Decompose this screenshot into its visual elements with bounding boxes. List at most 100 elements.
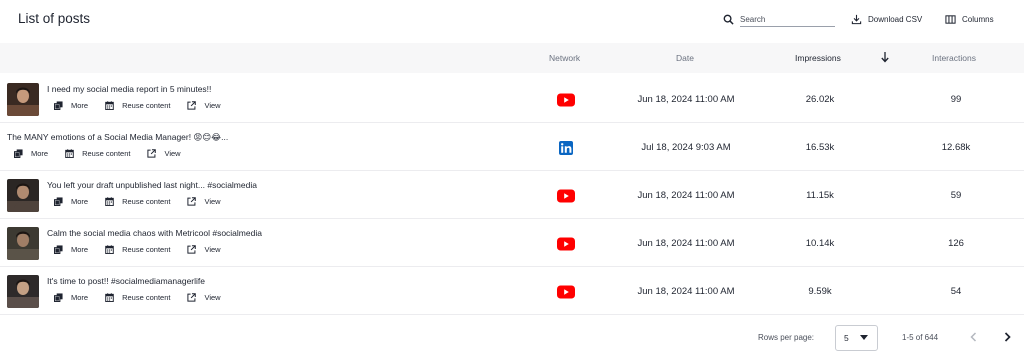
calendar-icon <box>65 149 82 158</box>
column-header-network[interactable]: Network <box>549 53 580 63</box>
more-button[interactable]: More <box>54 245 88 254</box>
column-header-date[interactable]: Date <box>676 53 694 63</box>
reuse-content-button[interactable]: Reuse content <box>105 293 170 302</box>
post-date: Jun 18, 2024 11:00 AM <box>637 286 735 297</box>
previous-page-icon[interactable] <box>967 330 981 344</box>
page-title: List of posts <box>18 11 91 26</box>
post-actions: More Reuse content View <box>54 101 238 110</box>
youtube-icon <box>557 189 575 203</box>
post-interactions: 126 <box>948 238 964 249</box>
external-link-icon <box>187 245 204 254</box>
post-title[interactable]: You left your draft unpublished last nig… <box>47 180 257 190</box>
table-header: Network Date Impressions Interactions <box>0 43 1024 73</box>
post-impressions: 9.59k <box>808 286 832 297</box>
youtube-icon <box>557 237 575 251</box>
post-title[interactable]: I need my social media report in 5 minut… <box>47 84 211 94</box>
view-label: View <box>204 245 221 254</box>
post-date: Jun 18, 2024 11:00 AM <box>637 238 735 249</box>
youtube-icon <box>557 285 575 299</box>
view-label: View <box>204 197 221 206</box>
post-impressions: 16.53k <box>805 142 835 153</box>
caret-down-icon <box>860 335 868 340</box>
reuse-content-button[interactable]: Reuse content <box>105 245 170 254</box>
next-page-icon[interactable] <box>1000 330 1014 344</box>
external-link-icon <box>187 293 204 302</box>
view-label: View <box>164 149 181 158</box>
calendar-icon <box>105 101 122 110</box>
search-box[interactable] <box>723 12 835 27</box>
post-impressions: 26.02k <box>805 94 835 105</box>
page-range-text: 1-5 of 644 <box>902 333 939 342</box>
columns-icon <box>945 15 956 24</box>
more-label: More <box>71 293 89 302</box>
more-icon <box>54 245 71 254</box>
table-row[interactable]: You left your draft unpublished last nig… <box>0 171 1024 219</box>
external-link-icon <box>147 149 164 158</box>
reuse-content-button[interactable]: Reuse content <box>105 197 170 206</box>
post-interactions: 54 <box>950 286 962 297</box>
calendar-icon <box>105 293 122 302</box>
post-actions: More Reuse content View <box>14 149 198 158</box>
post-date: Jun 18, 2024 11:00 AM <box>637 94 735 105</box>
view-button[interactable]: View <box>187 101 221 110</box>
more-label: More <box>71 101 89 110</box>
sort-descending-icon[interactable] <box>880 51 890 65</box>
youtube-icon <box>557 93 575 107</box>
more-icon <box>54 101 71 110</box>
post-thumbnail[interactable] <box>7 83 39 116</box>
reuse-content-label: Reuse content <box>122 101 171 110</box>
post-actions: More Reuse content View <box>54 197 238 206</box>
table-row[interactable]: The MANY emotions of a Social Media Mana… <box>0 123 1024 171</box>
download-csv-button[interactable]: Download CSV <box>851 14 922 25</box>
more-button[interactable]: More <box>14 149 48 158</box>
post-thumbnail[interactable] <box>7 275 39 308</box>
view-button[interactable]: View <box>187 293 221 302</box>
more-button[interactable]: More <box>54 101 88 110</box>
post-title[interactable]: Calm the social media chaos with Metrico… <box>47 228 262 238</box>
rows-per-page-value: 5 <box>844 333 849 343</box>
reuse-content-label: Reuse content <box>82 149 131 158</box>
rows-per-page-select[interactable]: 5 <box>835 325 878 351</box>
view-button[interactable]: View <box>147 149 181 158</box>
post-interactions: 99 <box>950 94 962 105</box>
post-thumbnail[interactable] <box>7 179 39 212</box>
download-csv-label: Download CSV <box>868 15 923 24</box>
download-icon <box>851 14 862 25</box>
reuse-content-button[interactable]: Reuse content <box>65 149 130 158</box>
table-row[interactable]: I need my social media report in 5 minut… <box>0 75 1024 123</box>
post-title[interactable]: The MANY emotions of a Social Media Mana… <box>7 132 228 143</box>
more-label: More <box>31 149 49 158</box>
post-impressions: 10.14k <box>805 238 835 249</box>
linkedin-icon <box>559 141 573 155</box>
view-button[interactable]: View <box>187 245 221 254</box>
view-button[interactable]: View <box>187 197 221 206</box>
more-label: More <box>71 197 89 206</box>
more-icon <box>14 149 31 158</box>
view-label: View <box>204 101 221 110</box>
search-input[interactable] <box>740 12 835 27</box>
post-impressions: 11.15k <box>806 190 834 201</box>
post-actions: More Reuse content View <box>54 293 238 302</box>
columns-button[interactable]: Columns <box>945 14 994 25</box>
table-row[interactable]: Calm the social media chaos with Metrico… <box>0 219 1024 267</box>
external-link-icon <box>187 101 204 110</box>
columns-label: Columns <box>962 15 994 24</box>
calendar-icon <box>105 197 122 206</box>
more-button[interactable]: More <box>54 197 88 206</box>
external-link-icon <box>187 197 204 206</box>
table-row[interactable]: It's time to post!! #socialmediamanagerl… <box>0 267 1024 315</box>
post-date: Jul 18, 2024 9:03 AM <box>641 142 731 153</box>
reuse-content-label: Reuse content <box>122 245 171 254</box>
search-icon <box>723 14 734 25</box>
post-date: Jun 18, 2024 11:00 AM <box>637 190 735 201</box>
column-header-interactions[interactable]: Interactions <box>932 53 976 63</box>
reuse-content-label: Reuse content <box>122 197 171 206</box>
column-header-impressions[interactable]: Impressions <box>795 53 841 63</box>
post-actions: More Reuse content View <box>54 245 238 254</box>
post-title[interactable]: It's time to post!! #socialmediamanagerl… <box>47 276 205 286</box>
post-thumbnail[interactable] <box>7 227 39 260</box>
more-button[interactable]: More <box>54 293 88 302</box>
reuse-content-button[interactable]: Reuse content <box>105 101 170 110</box>
more-label: More <box>71 245 89 254</box>
reuse-content-label: Reuse content <box>122 293 171 302</box>
